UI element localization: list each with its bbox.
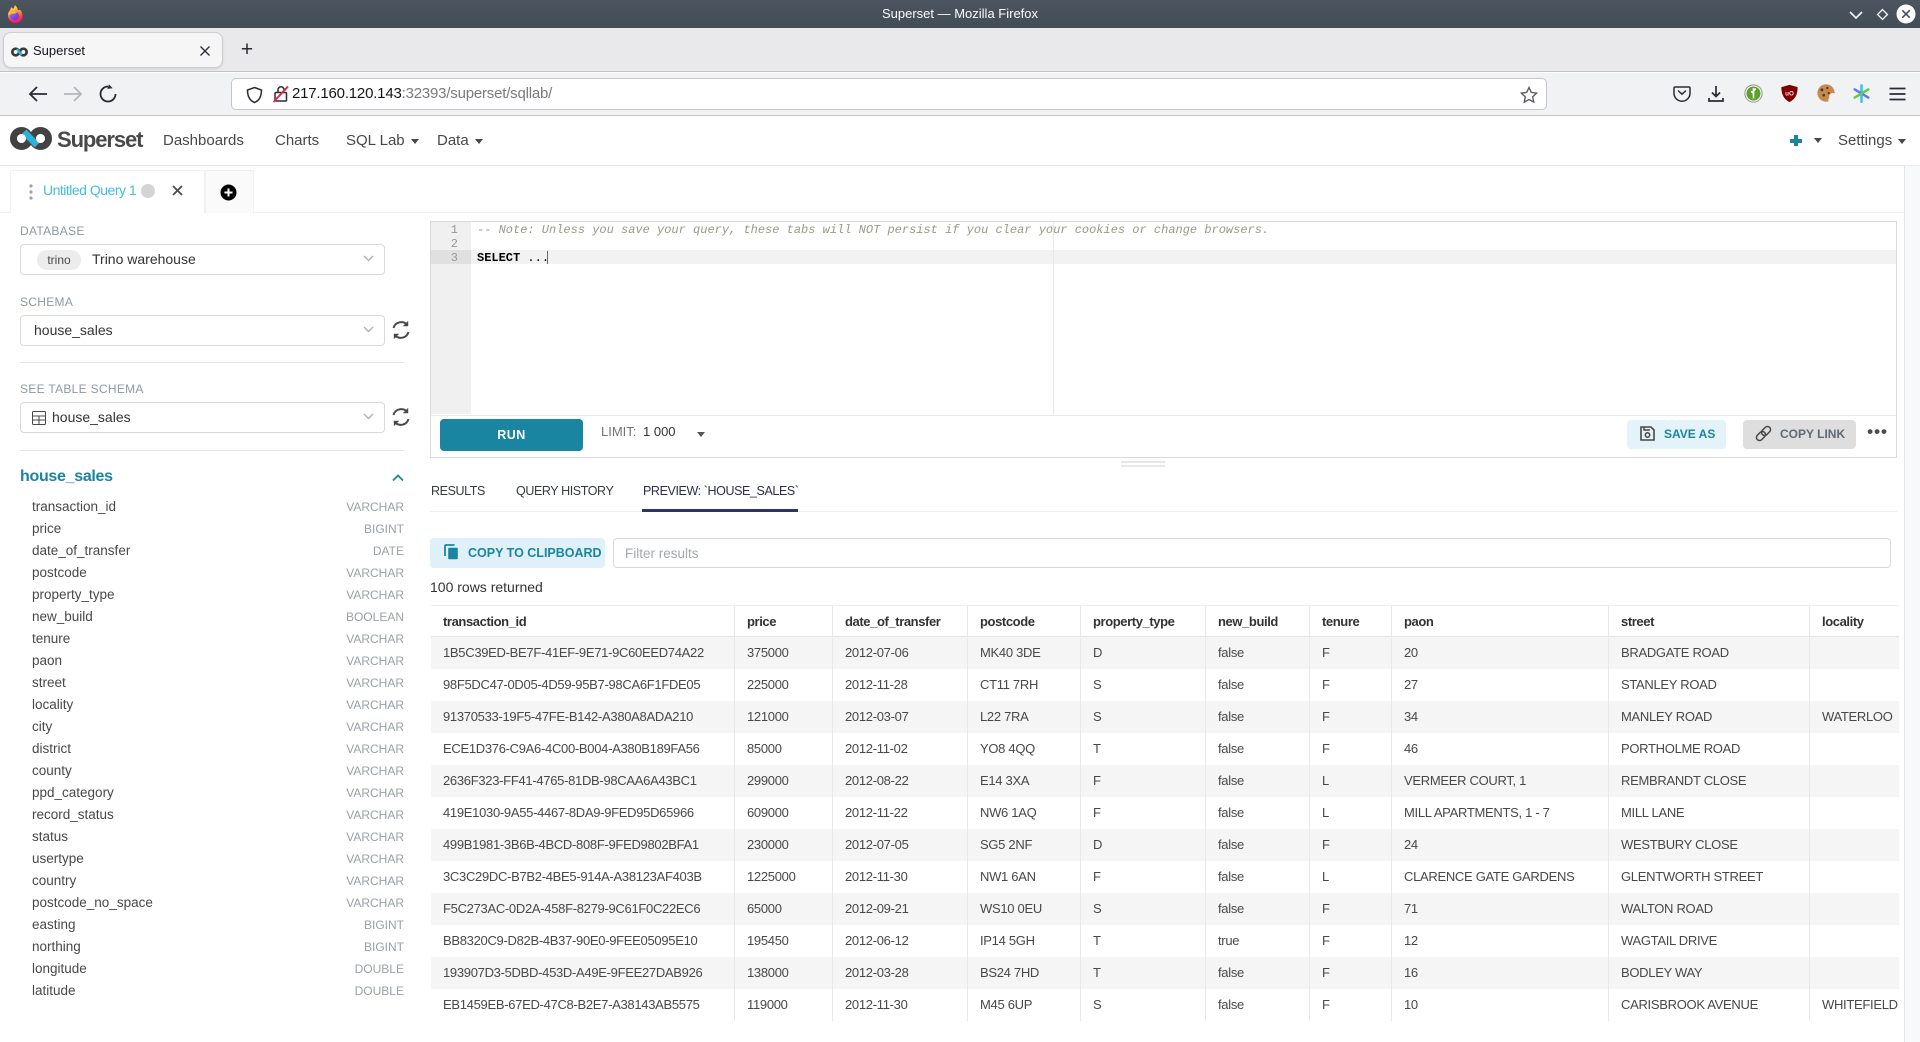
svg-text:uO: uO: [1785, 90, 1794, 97]
